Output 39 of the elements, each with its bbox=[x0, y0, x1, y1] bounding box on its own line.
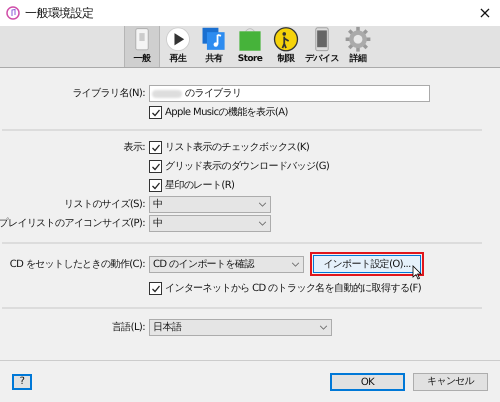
toolbar-tab[interactable]: デバイス bbox=[304, 26, 340, 67]
field-label: 言語(L): bbox=[112, 320, 145, 335]
window-title: 一般環境設定 bbox=[25, 5, 94, 22]
checkbox-label: リスト表示のチェックボックス(K) bbox=[165, 140, 310, 155]
toolbar-tab[interactable]: Store bbox=[232, 26, 268, 67]
checkbox-label: グリッド表示のダウンロードバッジ(G) bbox=[165, 160, 330, 174]
toolbar-tab[interactable]: 共有 bbox=[196, 26, 232, 67]
chevron-down-icon bbox=[291, 262, 300, 266]
chevron-down-icon bbox=[319, 325, 328, 330]
dropdown[interactable]: CD のインポートを確認 bbox=[149, 256, 304, 272]
toolbar-tab[interactable]: 一般 bbox=[124, 26, 160, 67]
field-label: 表示: bbox=[123, 140, 145, 155]
toolbar-tab[interactable]: 再生 bbox=[160, 26, 196, 67]
library-name-field[interactable]: のライブラリ bbox=[149, 85, 430, 102]
checkbox-label: インターネットから CD のトラック名を自動的に取得する(F) bbox=[165, 282, 421, 296]
checkbox[interactable] bbox=[149, 160, 162, 173]
field-label: ライブラリ名(N): bbox=[72, 86, 145, 101]
dropdown[interactable]: 中 bbox=[149, 196, 271, 213]
help-button[interactable]: ? bbox=[12, 374, 32, 390]
dropdown[interactable]: 日本語 bbox=[149, 319, 332, 336]
checkbox[interactable] bbox=[149, 179, 162, 192]
checkbox[interactable] bbox=[149, 141, 162, 154]
checkbox-label: Apple Musicの機能を表示(A) bbox=[165, 106, 288, 120]
chevron-down-icon bbox=[258, 202, 267, 207]
checkbox[interactable] bbox=[149, 106, 162, 119]
toolbar-tab[interactable]: 詳細 bbox=[340, 26, 376, 67]
toolbar-tab[interactable]: 制限 bbox=[268, 26, 304, 67]
field-label: リストのサイズ(S): bbox=[64, 198, 145, 212]
chevron-down-icon bbox=[258, 221, 267, 226]
cancel-button[interactable]: キャンセル bbox=[413, 372, 488, 390]
checkbox[interactable] bbox=[149, 282, 162, 295]
cursor-icon bbox=[412, 265, 422, 280]
checkbox-label: 星印のレート(R) bbox=[165, 178, 234, 193]
close-button[interactable]: × bbox=[475, 5, 494, 21]
import-settings-button[interactable]: インポート設定(O)... bbox=[313, 255, 421, 273]
ok-button[interactable]: OK bbox=[330, 372, 405, 390]
field-label: CD をセットしたときの動作(C): bbox=[10, 258, 145, 272]
parental-sign-icon bbox=[271, 26, 301, 52]
dropdown[interactable]: 中 bbox=[149, 215, 271, 232]
